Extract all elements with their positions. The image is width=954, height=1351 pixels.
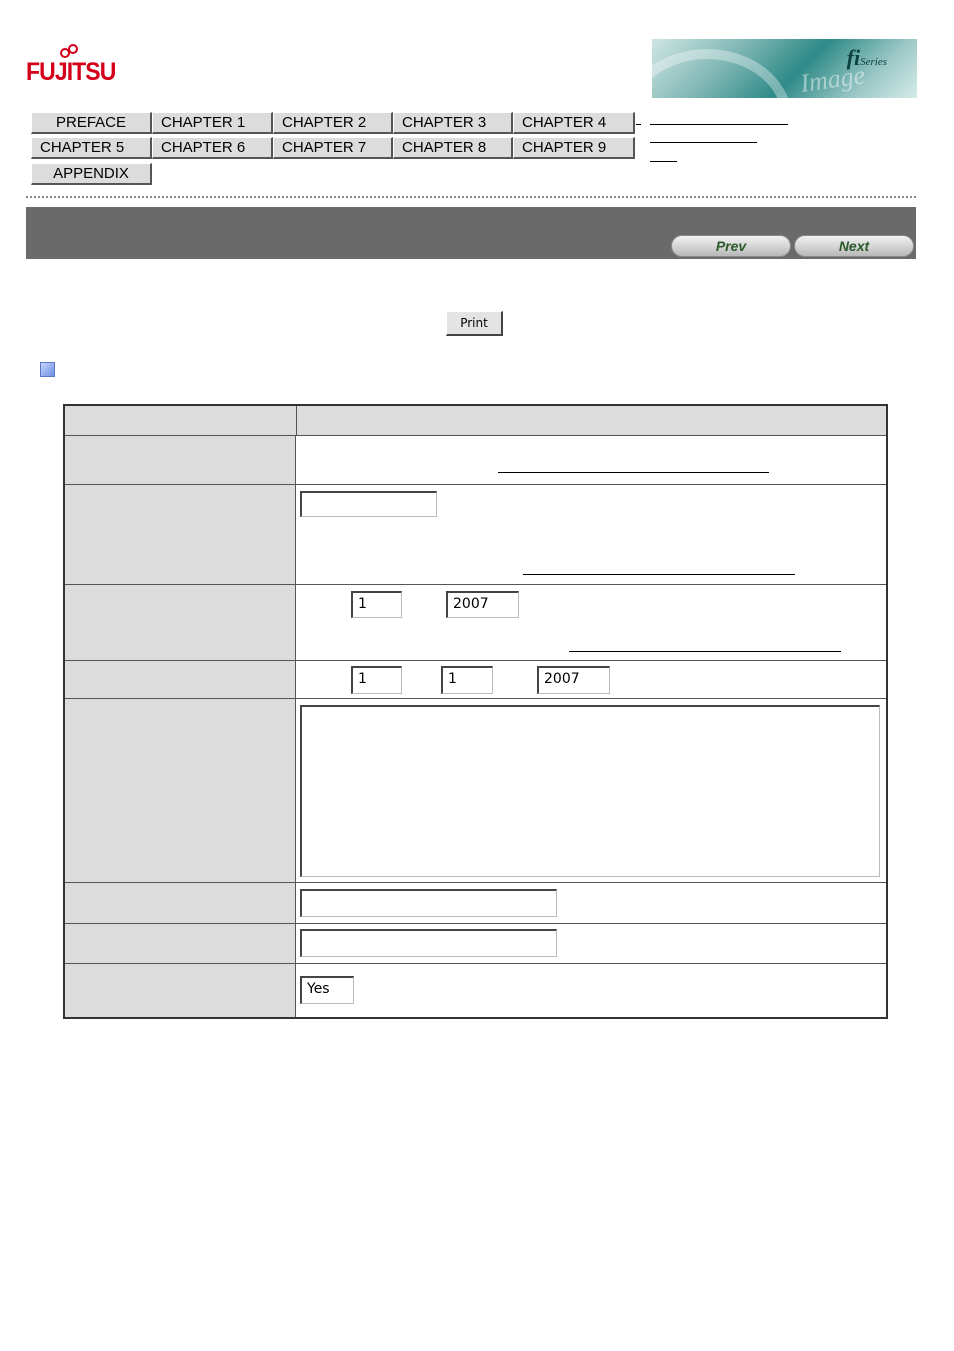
form-table: 1 2007 1 1 2007 Yes	[63, 404, 888, 1019]
top-link-1[interactable]	[650, 124, 788, 125]
top-link-3[interactable]	[650, 161, 677, 162]
row3-link[interactable]	[569, 651, 841, 652]
logo-text: FUJITSU	[26, 58, 116, 86]
section-bullet-icon	[40, 362, 55, 377]
nav-chapter-4-button[interactable]: CHAPTER 4	[513, 112, 635, 134]
top-link-2[interactable]	[650, 142, 757, 143]
next-button[interactable]: Next	[794, 235, 914, 257]
month-input-1[interactable]: 1	[351, 591, 402, 618]
nav-appendix-button[interactable]: APPENDIX	[31, 163, 152, 185]
row-divider	[65, 584, 886, 585]
banner-series-label: fiSeries	[846, 45, 887, 70]
nav-chapter-1-button[interactable]: CHAPTER 1	[152, 112, 273, 134]
row-divider	[65, 660, 886, 661]
text-input-1[interactable]	[300, 889, 557, 917]
prev-button[interactable]: Prev	[671, 235, 791, 257]
nav-chapter-9-button[interactable]: CHAPTER 9	[513, 137, 635, 159]
row-divider	[65, 698, 886, 699]
table-header	[65, 406, 886, 436]
row1-link[interactable]	[498, 472, 769, 473]
year-input-1[interactable]: 2007	[446, 591, 519, 618]
month-input-2[interactable]: 1	[351, 666, 402, 694]
yes-no-select[interactable]: Yes	[300, 976, 354, 1004]
row-divider	[65, 484, 886, 485]
label-column	[65, 436, 296, 1017]
dotted-divider	[26, 196, 916, 198]
year-input-2[interactable]: 2007	[537, 666, 610, 694]
day-input-2[interactable]: 1	[441, 666, 493, 694]
header-divider	[296, 406, 297, 435]
text-input-a[interactable]	[300, 491, 437, 517]
row-divider	[65, 882, 886, 883]
row-divider	[65, 923, 886, 924]
fi-series-banner: Image Scanner fiSeries	[652, 39, 917, 98]
row-divider	[65, 963, 886, 964]
nav-chapter-7-button[interactable]: CHAPTER 7	[273, 137, 393, 159]
text-input-2[interactable]	[300, 929, 557, 957]
banner-swirl	[652, 49, 792, 98]
nav-chapter-3-button[interactable]: CHAPTER 3	[393, 112, 513, 134]
fujitsu-logo: FUJITSU	[26, 44, 120, 94]
nav-preface-button[interactable]: PREFACE	[31, 112, 152, 134]
print-button[interactable]: Print	[446, 311, 503, 336]
link-marker	[636, 124, 641, 125]
nav-chapter-2-button[interactable]: CHAPTER 2	[273, 112, 393, 134]
row2-link[interactable]	[523, 574, 795, 575]
nav-chapter-6-button[interactable]: CHAPTER 6	[152, 137, 273, 159]
comments-textarea[interactable]	[300, 705, 880, 877]
nav-chapter-5-button[interactable]: CHAPTER 5	[31, 137, 152, 159]
nav-chapter-8-button[interactable]: CHAPTER 8	[393, 137, 513, 159]
